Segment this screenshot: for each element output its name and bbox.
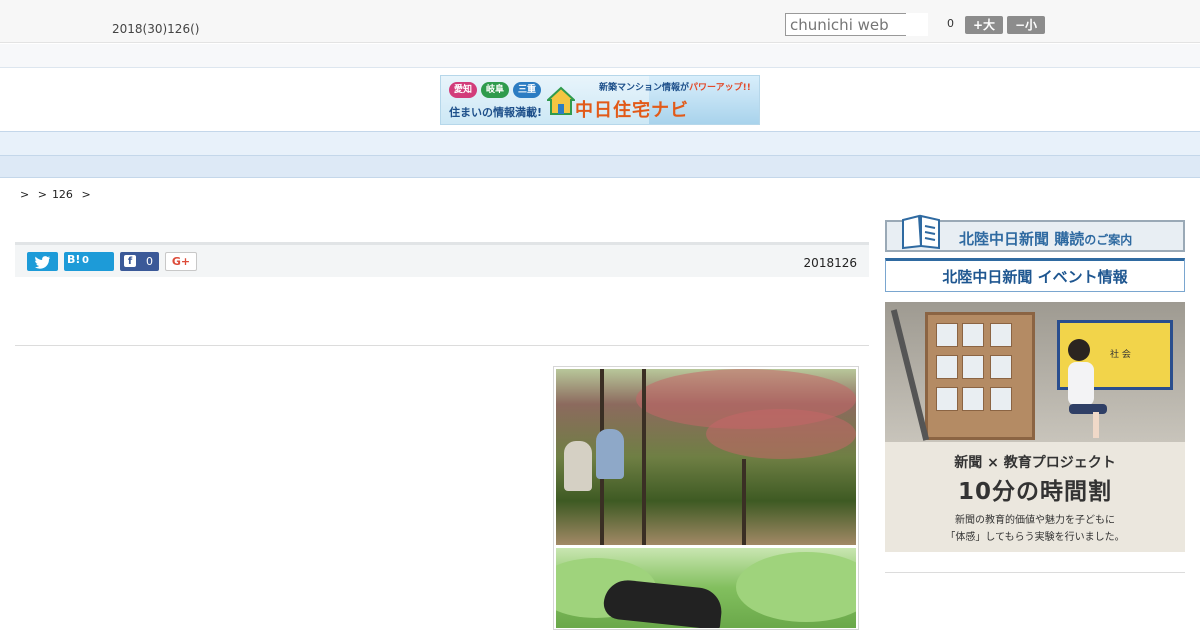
top-bar: 2018(30)126() 0 +大 −小 <box>0 0 1200 43</box>
sub-nav <box>0 156 1200 178</box>
leaf-shape <box>736 552 856 622</box>
edu-ad-line3: 新聞の教育的価値や魅力を子どもに <box>955 515 1115 526</box>
edu-ad-line1: 新聞 × 教育プロジェクト <box>954 455 1116 471</box>
tag-aichi: 愛知 <box>449 82 477 98</box>
butterfly-wing <box>602 577 724 628</box>
door-window <box>962 387 984 411</box>
newspaper-book-icon <box>902 214 940 250</box>
education-project-ad[interactable]: 社 会 新聞 × 教育プロジェクト 10分の時間割 新聞の教育的価値や魅力を子ど… <box>885 302 1185 552</box>
person-figure <box>596 429 624 479</box>
article-photo-butterfly[interactable] <box>556 548 856 628</box>
article-share-bar: B! 0 f 0 G+ 2018126 <box>15 242 869 277</box>
hatena-count: 0 <box>82 255 89 266</box>
hatena-bookmark-button[interactable]: B! 0 <box>64 252 114 271</box>
font-smaller-button[interactable]: −小 <box>1007 16 1045 34</box>
global-nav <box>0 131 1200 156</box>
subscription-ad-text: 北陸中日新聞 購読のご案内 <box>959 230 1133 248</box>
breadcrumb-link[interactable]: 126 <box>52 188 73 201</box>
door-window <box>936 355 958 379</box>
google-plus-button[interactable]: G+ <box>165 252 197 271</box>
hatena-icon: B! <box>67 253 81 266</box>
breadcrumb-separator: > <box>37 188 47 201</box>
current-date: 2018(30)126() <box>112 22 200 36</box>
house-icon <box>547 86 575 115</box>
tag-gifu: 岐阜 <box>481 82 509 98</box>
header-strip <box>0 44 1200 68</box>
event-info-ad[interactable]: 北陸中日新聞 イベント情報 <box>885 258 1185 292</box>
banner-logo: 中日住宅ナビ <box>575 100 689 121</box>
fence-post <box>742 459 746 545</box>
sidebar-divider <box>885 572 1185 573</box>
edu-ad-line4: 「体感」してもらう実験を行いました。 <box>945 532 1125 543</box>
facebook-count: 0 <box>146 255 153 268</box>
door-window <box>936 387 958 411</box>
banner-headline: 新築マンション情報がパワーアップ!! <box>599 83 751 93</box>
breadcrumb-separator: > <box>20 188 30 201</box>
door-window <box>936 323 958 347</box>
search-input[interactable] <box>785 13 907 36</box>
breadcrumb: > >126 > <box>20 188 96 201</box>
tag-mie: 三重 <box>513 82 541 98</box>
person-figure <box>564 441 592 491</box>
font-larger-button[interactable]: +大 <box>965 16 1003 34</box>
article-date: 2018126 <box>803 256 857 270</box>
article-photo-group <box>553 366 859 630</box>
flower-bloom <box>706 409 856 459</box>
font-size-indicator: 0 <box>947 17 954 30</box>
classroom-scene: 社 会 <box>885 302 1185 442</box>
edu-ad-line2: 10分の時間割 <box>957 479 1112 505</box>
fence-post <box>642 369 646 545</box>
door-shape <box>925 312 1035 440</box>
event-info-ad-text: 北陸中日新聞 イベント情報 <box>942 268 1128 286</box>
door-window <box>962 355 984 379</box>
facebook-share-button[interactable]: f 0 <box>120 252 159 271</box>
door-window <box>990 355 1012 379</box>
article-photo-planting[interactable] <box>556 369 856 545</box>
breadcrumb-separator: > <box>81 188 91 201</box>
search-button[interactable] <box>906 13 928 36</box>
housing-navi-banner[interactable]: 愛知 岐阜 三重 住まいの情報満載! 中日住宅ナビ 新築マンション情報がパワーア… <box>440 75 760 125</box>
article-divider <box>15 345 869 346</box>
door-window <box>962 323 984 347</box>
easel-shape <box>890 309 930 441</box>
student-figure <box>1068 339 1107 438</box>
subscription-ad[interactable]: 北陸中日新聞 購読のご案内 <box>885 214 1185 252</box>
twitter-icon <box>35 256 50 269</box>
door-window <box>990 387 1012 411</box>
banner-subtitle: 住まいの情報満載! <box>449 106 543 119</box>
facebook-icon: f <box>124 255 136 267</box>
twitter-share-button[interactable] <box>27 252 58 271</box>
door-window <box>990 323 1012 347</box>
